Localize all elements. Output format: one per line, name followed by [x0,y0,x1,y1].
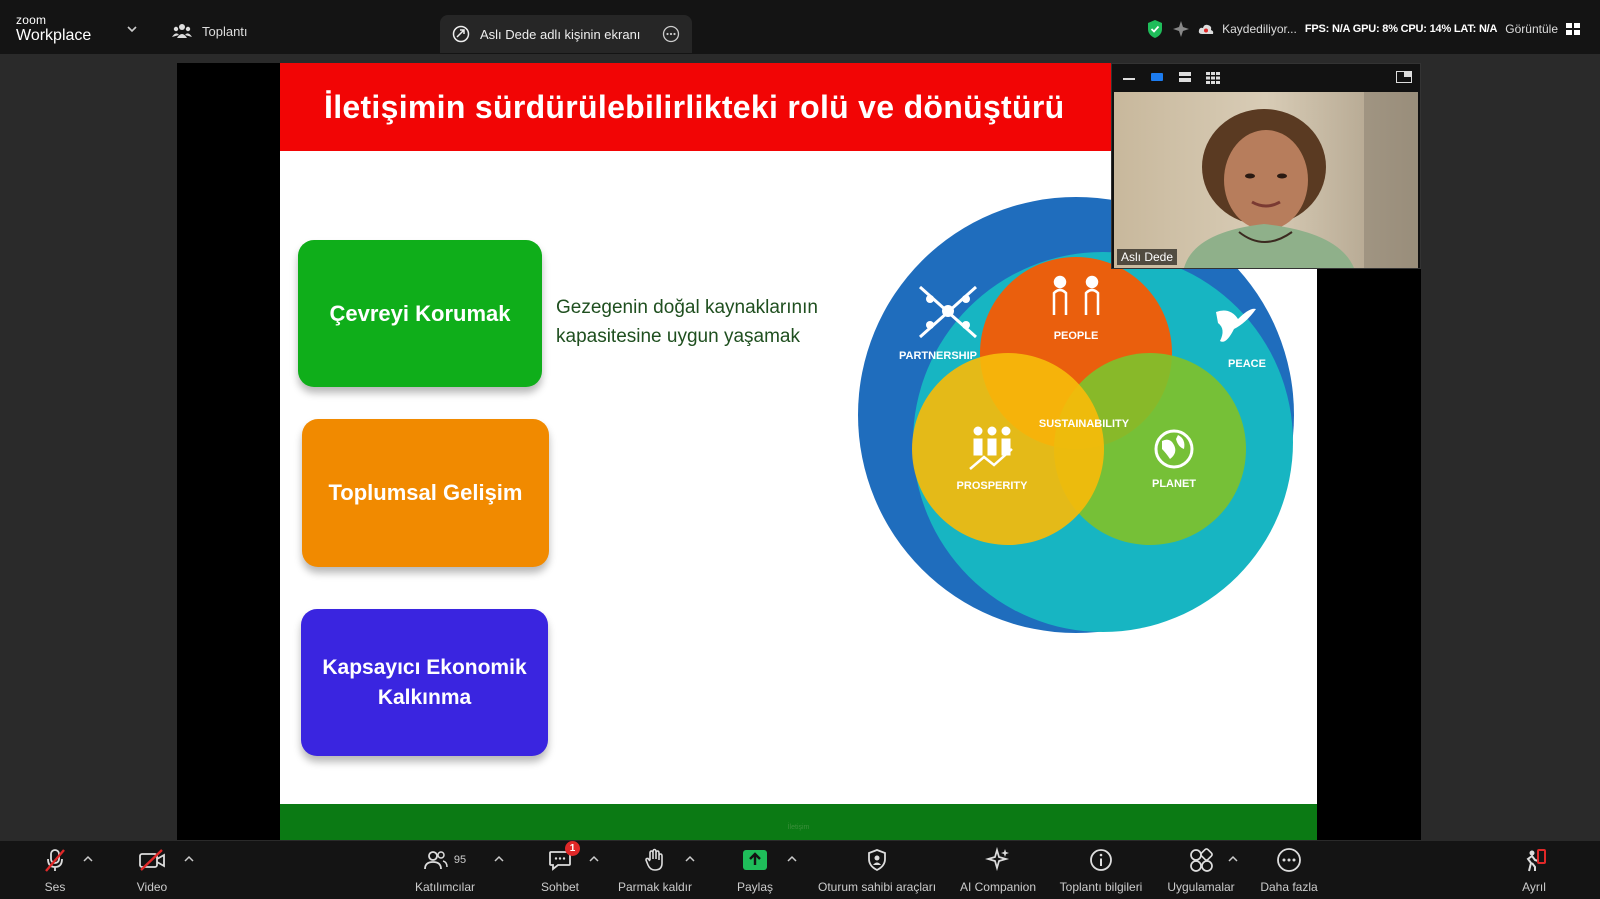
recording-status[interactable]: Kaydediliyor... [1222,22,1297,36]
label-peace: PEACE [1228,358,1266,370]
pop-out-icon[interactable] [1396,71,1412,83]
participants-count: 95 [453,854,467,866]
chevron-down-icon[interactable] [126,24,138,34]
participant-name-label: Aslı Dede [1117,249,1178,265]
apps-icon [1190,848,1213,872]
audio-label: Ses [44,880,66,894]
microphone-muted-icon [45,849,65,872]
slide-title: İletişimin sürdürülebilirlikteki rolü ve… [324,89,1065,125]
participants-button[interactable]: 95 Katılımcılar [390,847,500,894]
top-bar: zoom Workplace Toplantı Aslı Dede adlı k… [0,0,1600,54]
more-options-icon[interactable] [662,25,680,43]
video-options-chevron-icon[interactable] [184,855,194,863]
description-line-1: Gezegenin doğal kaynaklarının [556,297,818,318]
people-icon [172,24,192,38]
more-icon [1277,848,1301,872]
host-tools-label: Oturum sahibi araçları [817,880,937,894]
gallery-view-icon[interactable] [1206,72,1220,84]
screen-share-tab-label: Aslı Dede adlı kişinin ekranı [480,26,641,42]
slide-description: Gezegenin doğal kaynaklarının kapasitesi… [556,293,818,351]
meeting-controls: Ses Video 95 Katılımcılar 1 Sohbet Parma… [0,841,1600,899]
more-button[interactable]: Daha fazla [1234,847,1344,894]
box-cevreyi-korumak: Çevreyi Korumak [298,240,542,387]
webcam-video: Aslı Dede [1114,92,1418,268]
host-tools-button[interactable]: Oturum sahibi araçları [818,847,936,894]
label-prosperity: PROSPERITY [957,480,1029,492]
slide-footer-bar: İletişim [280,804,1317,840]
meeting-tab-label: Toplantı [202,23,248,39]
screen-share-icon [452,25,470,43]
participants-options-chevron-icon[interactable] [494,855,504,863]
participant-video-tile[interactable]: Aslı Dede [1111,63,1421,269]
label-planet: PLANET [1152,478,1196,490]
reactions-options-chevron-icon[interactable] [685,855,695,863]
status-area: Kaydediliyor... FPS: N/A GPU: 8% CPU: 14… [1146,18,1580,40]
participant-image [1114,92,1418,268]
share-screen-icon [743,850,767,870]
video-label: Video [136,880,168,894]
label-partnership: PARTNERSHIP [899,350,977,362]
more-label: Daha fazla [1260,880,1318,894]
label-people: PEOPLE [1054,330,1099,342]
minimize-icon[interactable] [1122,72,1136,82]
ai-companion-label: AI Companion [959,880,1037,894]
participants-icon [423,851,448,870]
camera-off-icon [139,849,165,871]
logo-workplace-text: Workplace [16,27,92,44]
audio-button[interactable]: Ses [0,847,110,894]
ai-companion-button[interactable]: AI Companion [943,847,1053,894]
meeting-info-label: Toplantı bilgileri [1059,880,1143,894]
sparkle-icon[interactable] [1172,20,1190,38]
meeting-tab[interactable]: Toplantı [172,20,248,42]
info-icon [1090,849,1112,871]
view-menu[interactable]: Görüntüle [1505,22,1558,36]
leave-button[interactable]: Ayrıl [1494,847,1574,894]
share-options-chevron-icon[interactable] [787,855,797,863]
screen-share-tab[interactable]: Aslı Dede adlı kişinin ekranı [440,15,692,53]
zoom-workplace-logo[interactable]: zoom Workplace [16,14,91,44]
chat-label: Sohbet [540,880,580,894]
box-toplumsal-gelisim: Toplumsal Gelişim [302,419,549,567]
apps-label: Uygulamalar [1167,880,1235,894]
audio-options-chevron-icon[interactable] [83,855,93,863]
grid-view-icon[interactable] [1566,23,1580,35]
box-kapsayici-ekonomik-kalkinma: Kapsayıcı Ekonomik Kalkınma [301,609,548,756]
leave-icon [1526,849,1546,872]
chat-options-chevron-icon[interactable] [589,855,599,863]
speaker-view-icon[interactable] [1150,72,1164,82]
participants-label: Katılımcılar [414,880,475,894]
chat-unread-badge: 1 [565,841,580,856]
share-label: Paylaş [736,880,774,894]
video-tile-toolbar [1112,64,1420,90]
shield-check-icon[interactable] [1146,19,1164,39]
meeting-info-button[interactable]: Toplantı bilgileri [1046,847,1156,894]
strip-view-icon[interactable] [1178,72,1192,82]
description-line-2: kapasitesine uygun yaşamak [556,326,800,347]
performance-stats: FPS: N/A GPU: 8% CPU: 14% LAT: N/A [1304,23,1498,35]
raise-hand-icon [645,848,663,871]
cloud-recording-icon [1198,24,1214,34]
ai-sparkle-icon [985,847,1010,872]
label-sustainability: SUSTAINABILITY [1039,418,1130,430]
meeting-stage: İletişimin sürdürülebilirlikteki rolü ve… [0,54,1600,841]
logo-zoom-text: zoom [16,13,47,27]
shield-icon [868,849,886,872]
leave-label: Ayrıl [1522,880,1546,894]
raise-hand-label: Parmak kaldır [617,880,693,894]
slide-footer-text: İletişim [787,824,810,831]
